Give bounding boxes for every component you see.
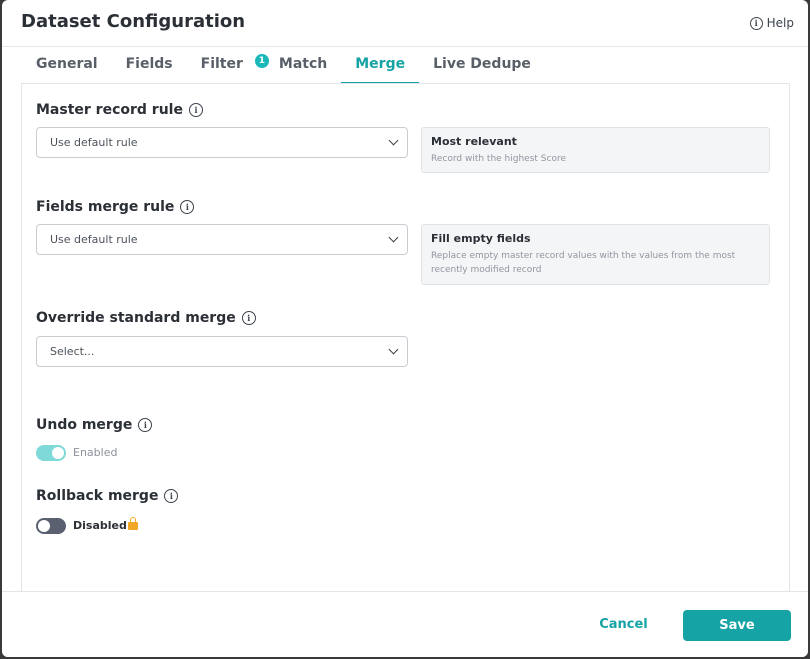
select-value: Use default rule	[50, 233, 138, 246]
merge-settings-panel: Master record rule i Use default rule Mo…	[21, 83, 790, 592]
chevron-down-icon	[388, 135, 399, 146]
chevron-down-icon	[388, 232, 399, 243]
tab-general[interactable]: General	[22, 48, 112, 84]
fields-merge-rule-heading: Fields merge rule i	[36, 199, 195, 215]
fields-merge-rule-select[interactable]: Use default rule	[36, 224, 408, 255]
toggle-knob	[38, 520, 50, 532]
tab-filter[interactable]: Filter 1	[187, 48, 269, 84]
master-record-rule-description: Most relevant Record with the highest Sc…	[421, 127, 770, 173]
tab-label: General	[36, 56, 98, 72]
tab-live-dedupe[interactable]: Live Dedupe	[419, 48, 545, 84]
override-standard-merge-select[interactable]: Select...	[36, 336, 408, 367]
undo-merge-state: Enabled	[73, 446, 118, 459]
tab-label: Filter	[200, 56, 243, 72]
override-standard-merge-heading: Override standard merge i	[36, 310, 256, 326]
description-text: Record with the highest Score	[431, 154, 566, 164]
dialog-title: Dataset Configuration	[21, 11, 246, 32]
toggle-knob	[52, 447, 64, 459]
tab-match[interactable]: Match	[265, 48, 341, 84]
info-icon[interactable]: i	[180, 200, 195, 214]
cancel-button[interactable]: Cancel	[586, 617, 661, 632]
info-icon[interactable]: i	[138, 418, 153, 432]
dialog-header: Dataset Configuration i Help	[2, 0, 808, 47]
master-record-rule-select[interactable]: Use default rule	[36, 127, 408, 158]
description-title: Most relevant	[431, 135, 517, 148]
tab-label: Fields	[125, 56, 173, 72]
chevron-down-icon	[388, 344, 399, 355]
tab-label: Match	[278, 56, 328, 72]
description-text: Replace empty master record values with …	[431, 251, 736, 275]
info-icon[interactable]: i	[241, 311, 256, 325]
override-standard-merge-label: Override standard merge	[36, 310, 236, 326]
help-button[interactable]: i Help	[749, 16, 794, 30]
master-record-rule-heading: Master record rule i	[36, 102, 203, 118]
rollback-merge-toggle[interactable]	[36, 518, 66, 534]
undo-merge-toggle[interactable]	[36, 445, 66, 461]
save-button[interactable]: Save	[683, 610, 791, 641]
undo-merge-heading: Undo merge i	[36, 417, 153, 433]
dialog-footer: Cancel Save	[2, 591, 808, 657]
rollback-merge-heading: Rollback merge i	[36, 488, 179, 504]
info-icon[interactable]: i	[164, 489, 179, 503]
description-title: Fill empty fields	[431, 232, 531, 245]
select-placeholder: Select...	[50, 345, 95, 358]
tab-bar: General Fields Filter 1 Match Merge Live…	[22, 48, 808, 84]
undo-merge-label: Undo merge	[36, 417, 133, 433]
select-value: Use default rule	[50, 136, 138, 149]
rollback-merge-state: Disabled	[73, 519, 127, 532]
info-icon[interactable]: i	[188, 103, 203, 117]
master-record-rule-label: Master record rule	[36, 102, 183, 118]
tab-label: Merge	[355, 56, 406, 72]
fields-merge-rule-description: Fill empty fields Replace empty master r…	[421, 224, 770, 285]
rollback-merge-label: Rollback merge	[36, 488, 159, 504]
dataset-configuration-dialog: Dataset Configuration i Help General Fie…	[2, 0, 808, 657]
help-label: Help	[766, 16, 794, 30]
help-icon: i	[749, 16, 763, 30]
fields-merge-rule-label: Fields merge rule	[36, 199, 175, 215]
tab-label: Live Dedupe	[433, 56, 531, 72]
lock-icon	[128, 517, 138, 530]
tab-fields[interactable]: Fields	[112, 48, 187, 84]
tab-merge[interactable]: Merge	[341, 48, 420, 84]
